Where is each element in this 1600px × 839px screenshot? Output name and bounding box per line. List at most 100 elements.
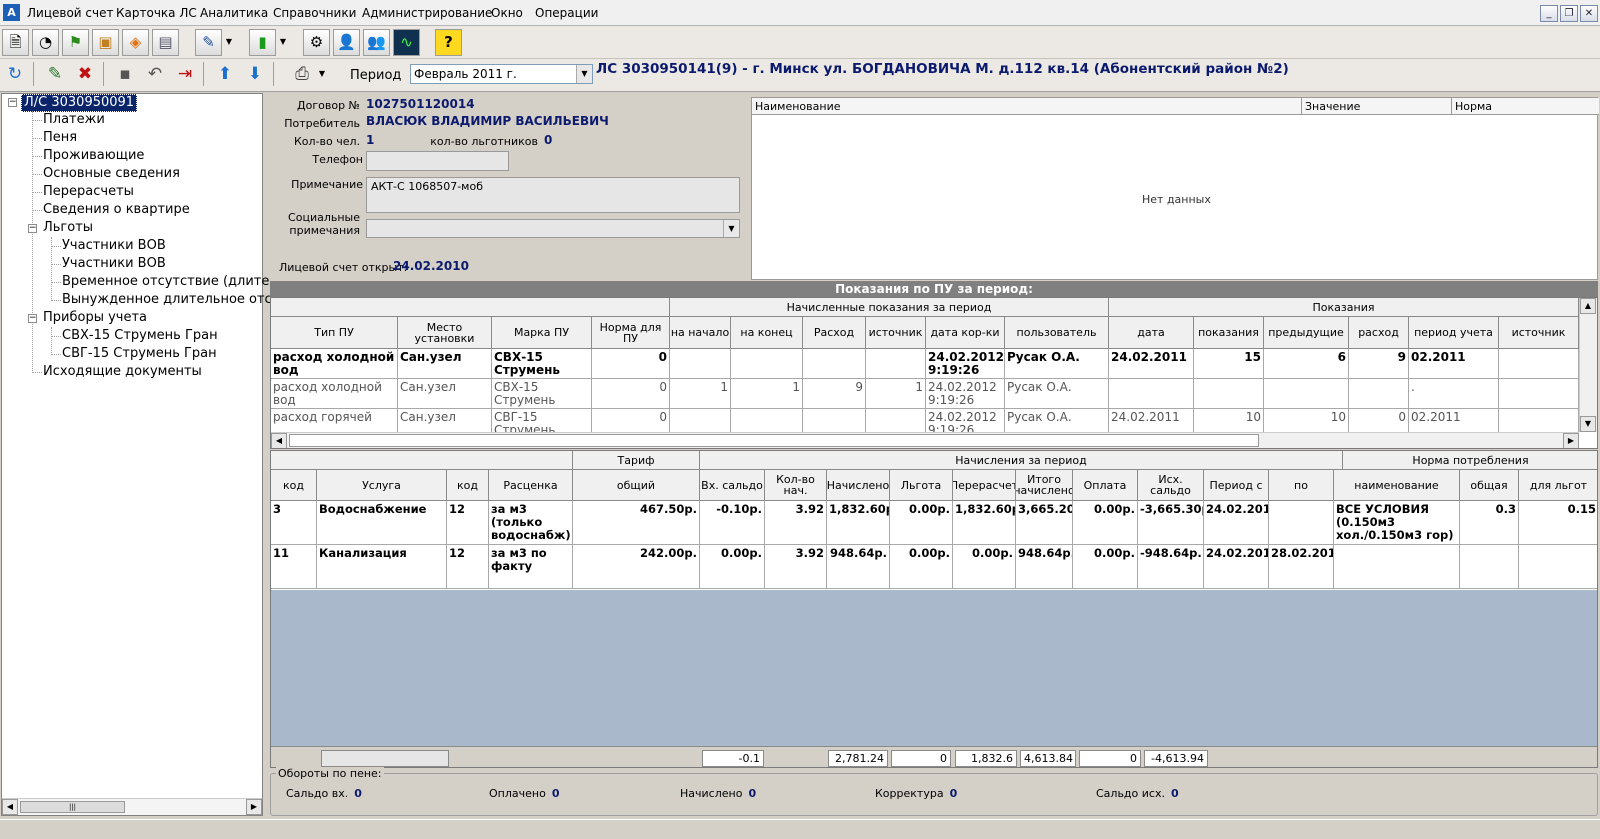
pu-cell[interactable]: Сан.узел bbox=[398, 379, 492, 409]
pu-cell[interactable] bbox=[1349, 379, 1409, 409]
col-header[interactable]: источник bbox=[1499, 317, 1579, 349]
pu-cell[interactable] bbox=[1499, 379, 1579, 409]
charge-cell[interactable]: 0.00р. bbox=[1073, 545, 1138, 589]
charge-cell[interactable]: Канализация bbox=[317, 545, 447, 589]
pu-cell[interactable]: Русак О.А. bbox=[1005, 379, 1109, 409]
tree-item-ishodyaschie[interactable]: Исходящие документы bbox=[43, 364, 202, 380]
chevron-down-icon[interactable]: ▼ bbox=[278, 30, 288, 54]
soc-select[interactable]: ▼ bbox=[366, 219, 740, 238]
arrow-right-icon[interactable]: ▶ bbox=[246, 799, 262, 815]
chart-edit-icon[interactable]: ✎ bbox=[195, 29, 222, 56]
col-header[interactable]: Услуга bbox=[317, 470, 447, 501]
col-header[interactable]: код bbox=[447, 470, 489, 501]
charge-cell[interactable]: -948.64р. bbox=[1138, 545, 1204, 589]
col-header-name[interactable]: Наименование bbox=[752, 98, 1302, 115]
pu-cell[interactable]: 15 bbox=[1194, 349, 1264, 379]
pu-cell[interactable]: 0 bbox=[592, 349, 670, 379]
menu-item-kartochka[interactable]: Карточка ЛС bbox=[116, 6, 197, 20]
arrow-left-icon[interactable]: ◀ bbox=[2, 799, 18, 815]
charge-cell[interactable]: 0.15 bbox=[1519, 501, 1597, 545]
pu-cell[interactable] bbox=[1109, 379, 1194, 409]
pu-cell[interactable]: 24.02.2012 9:19:26 bbox=[926, 349, 1005, 379]
charge-cell[interactable]: за м3 (только водоснабж) bbox=[489, 501, 573, 545]
refresh-icon[interactable]: ↻ bbox=[3, 62, 27, 86]
pu-cell[interactable] bbox=[866, 349, 926, 379]
col-header[interactable]: для льгот bbox=[1519, 470, 1597, 501]
charge-cell[interactable]: 3.92 bbox=[765, 501, 827, 545]
charge-cell[interactable]: 11 bbox=[271, 545, 317, 589]
telefon-input[interactable] bbox=[366, 151, 509, 171]
charge-cell[interactable]: ВСЕ УСЛОВИЯ (0.150м3 хол./0.150м3 гор) bbox=[1334, 501, 1460, 545]
gauge-icon[interactable]: ◔ bbox=[32, 29, 59, 56]
col-header[interactable]: Марка ПУ bbox=[492, 317, 592, 349]
col-header[interactable]: Перерасчет bbox=[953, 470, 1016, 501]
col-header[interactable]: Кол-во нач. bbox=[765, 470, 827, 501]
scroll-thumb[interactable] bbox=[289, 434, 1259, 447]
col-header[interactable]: наименование bbox=[1334, 470, 1460, 501]
help-icon[interactable]: ? bbox=[435, 29, 462, 56]
pu-cell[interactable]: 1 bbox=[866, 379, 926, 409]
col-header[interactable]: пользователь bbox=[1005, 317, 1109, 349]
col-header[interactable]: Период с bbox=[1204, 470, 1269, 501]
printer-stack-icon[interactable]: ▤ bbox=[152, 29, 179, 56]
charge-cell[interactable]: 12 bbox=[447, 501, 489, 545]
print-icon[interactable]: ⎙ bbox=[290, 62, 314, 86]
user-icon[interactable]: 👤 bbox=[333, 29, 360, 56]
charge-cell[interactable]: 24.02.2010 bbox=[1204, 501, 1269, 545]
pu-cell[interactable]: 1 bbox=[731, 379, 803, 409]
charge-cell[interactable]: -3,665.30р bbox=[1138, 501, 1204, 545]
charge-cell[interactable]: 0.3 bbox=[1460, 501, 1519, 545]
arrow-up-icon[interactable]: ⬆ bbox=[213, 62, 237, 86]
primech-input[interactable]: АКТ-С 1068507-моб bbox=[366, 177, 740, 213]
charge-cell[interactable]: 3.92 bbox=[765, 545, 827, 589]
collapse-icon[interactable]: − bbox=[28, 224, 37, 233]
col-header[interactable]: расход bbox=[1349, 317, 1409, 349]
col-header[interactable]: Место установки bbox=[398, 317, 492, 349]
pu-cell[interactable]: . bbox=[1409, 379, 1499, 409]
pu-cell[interactable]: 9 bbox=[1349, 349, 1409, 379]
charge-cell[interactable]: 24.02.2010 bbox=[1204, 545, 1269, 589]
pu-cell[interactable]: 6 bbox=[1264, 349, 1349, 379]
pu-cell[interactable] bbox=[1499, 349, 1579, 379]
pu-cell[interactable]: Сан.узел bbox=[398, 349, 492, 379]
period-select[interactable]: Февраль 2011 г. ▼ bbox=[410, 64, 593, 84]
charge-cell[interactable] bbox=[1519, 545, 1597, 589]
pu-cell[interactable]: 0 bbox=[592, 379, 670, 409]
tree-item-osnovnye[interactable]: Основные сведения bbox=[43, 166, 180, 182]
tree-item-lgota[interactable]: Вынужденное длительное отсу bbox=[62, 292, 279, 308]
charge-cell[interactable]: за м3 по факту bbox=[489, 545, 573, 589]
col-header[interactable]: на конец bbox=[731, 317, 803, 349]
col-header-norma[interactable]: Норма bbox=[1452, 98, 1599, 115]
col-header[interactable]: Льгота bbox=[890, 470, 953, 501]
menu-item-analitika[interactable]: Аналитика bbox=[200, 6, 268, 20]
pu-cell[interactable]: 1 bbox=[670, 379, 731, 409]
collapse-icon[interactable]: − bbox=[8, 98, 17, 107]
menu-item-admin[interactable]: Администрирование bbox=[362, 6, 492, 20]
save-icon[interactable]: ▪ bbox=[113, 62, 137, 86]
charge-cell[interactable]: 0.00р. bbox=[890, 501, 953, 545]
col-header[interactable]: код bbox=[271, 470, 317, 501]
tree-item-lgota[interactable]: Временное отсутствие (длите bbox=[62, 274, 269, 290]
arrow-down-icon[interactable]: ▼ bbox=[1580, 416, 1596, 432]
tree-root-account[interactable]: Л/С 3030950091 bbox=[21, 94, 138, 112]
charge-cell[interactable]: 242.00р. bbox=[573, 545, 700, 589]
col-header[interactable]: дата кор-ки bbox=[926, 317, 1005, 349]
menu-item-okno[interactable]: Окно bbox=[491, 6, 523, 20]
charge-cell[interactable] bbox=[1334, 545, 1460, 589]
pu-cell[interactable]: 9 bbox=[803, 379, 866, 409]
col-header[interactable]: Расход bbox=[803, 317, 866, 349]
tree-horizontal-scrollbar[interactable]: ◀ ||| ▶ bbox=[2, 798, 262, 815]
col-header[interactable]: на начало bbox=[670, 317, 731, 349]
charge-cell[interactable]: 3 bbox=[271, 501, 317, 545]
pu-cell[interactable]: расход холодной вод bbox=[271, 349, 398, 379]
menu-item-litsevoy[interactable]: Лицевой счет bbox=[27, 6, 113, 20]
charge-cell[interactable]: 3,665.20р bbox=[1016, 501, 1073, 545]
document-icon[interactable]: 🗎 bbox=[2, 29, 29, 56]
book-icon[interactable]: ▮ bbox=[249, 29, 276, 56]
col-header[interactable]: Тип ПУ bbox=[271, 317, 398, 349]
col-header[interactable]: общая bbox=[1460, 470, 1519, 501]
charge-cell[interactable]: 0.00р. bbox=[953, 545, 1016, 589]
charge-cell[interactable] bbox=[1269, 501, 1334, 545]
col-header[interactable]: источник bbox=[866, 317, 926, 349]
pu-cell[interactable]: СВХ-15 Струмень Гран bbox=[492, 379, 592, 409]
